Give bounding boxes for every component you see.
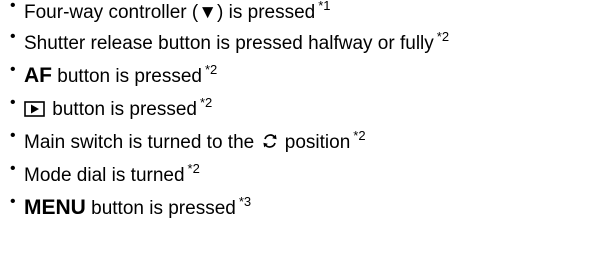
list-item-mode-dial: • Mode dial is turned *2 [10, 152, 449, 186]
item-text: button is pressed [85, 198, 236, 219]
menu-button-label: MENU [24, 196, 86, 219]
footnote-marker: *2 [204, 62, 218, 77]
list-item-main-switch: • Main switch is turned to the position *… [10, 119, 449, 153]
bullet: • [10, 94, 16, 111]
bullet: • [10, 28, 16, 45]
item-text: button is pressed [52, 66, 202, 87]
list-item-af-button: • AF button is pressed *2 [10, 53, 449, 87]
item-text: Mode dial is turned [24, 165, 185, 186]
footnote-marker: *2 [353, 128, 366, 143]
footnote-marker: *2 [199, 95, 213, 110]
bullet: • [10, 193, 16, 210]
condition-list: • Four-way controller (▼) is pressed *1 •… [10, 0, 450, 219]
item-text: Shutter release button is pressed halfwa… [24, 33, 434, 54]
footnote-marker: *2 [187, 161, 200, 176]
item-text-before: Main switch is turned to the [24, 132, 260, 153]
footnote-marker: *3 [238, 194, 252, 209]
list-item-menu-button: • MENU button is pressed *3 [10, 185, 449, 219]
bullet: • [10, 0, 16, 14]
footnote-marker: *2 [436, 29, 450, 44]
bullet: • [10, 127, 16, 144]
footnote-marker: *1 [318, 0, 331, 13]
bullet: • [10, 160, 16, 177]
bullet: • [10, 61, 16, 78]
af-button-label: AF [24, 64, 52, 87]
list-item-four-way-controller: • Four-way controller (▼) is pressed *1 [10, 0, 449, 22]
item-text: button is pressed [47, 99, 197, 120]
list-item-shutter-release: • Shutter release button is pressed half… [10, 20, 450, 54]
item-text-after: position [279, 132, 351, 153]
list-item-playback-button: • button is pressed *2 [10, 86, 449, 120]
